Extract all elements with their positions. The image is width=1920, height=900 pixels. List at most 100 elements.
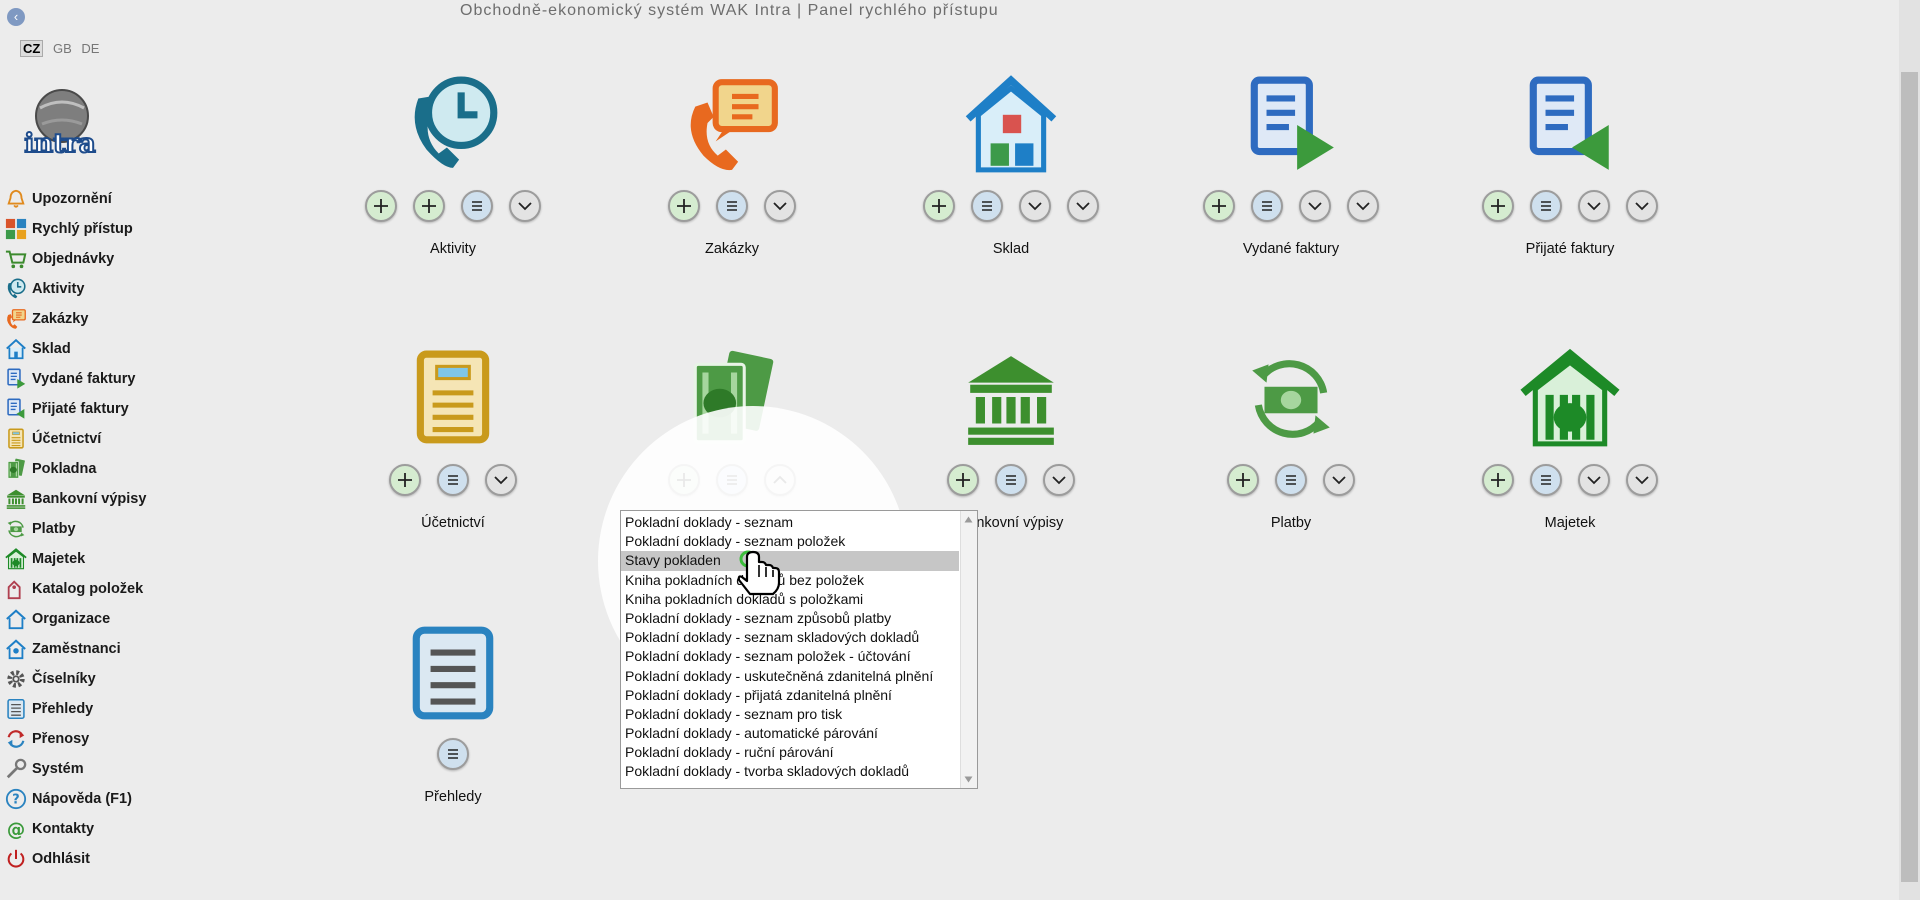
tile-label[interactable]: Účetnictví (313, 515, 593, 531)
sidebar-item[interactable]: Katalog položek (0, 574, 180, 604)
sidebar-item[interactable]: Platby (0, 514, 180, 544)
sidebar-item[interactable]: Organizace (0, 604, 180, 634)
sidebar-item-label: Vydané faktury (32, 371, 136, 387)
add-button[interactable] (1482, 190, 1514, 222)
list-button[interactable] (437, 738, 469, 770)
dropdown-option[interactable]: Pokladní doklady - uskutečněná zdaniteln… (621, 667, 959, 686)
add-button[interactable] (1482, 464, 1514, 496)
sidebar-item[interactable]: Přenosy (0, 724, 180, 754)
expand-button[interactable] (1067, 190, 1099, 222)
tile-label[interactable]: Sklad (871, 241, 1151, 257)
tile-label[interactable]: Přehledy (313, 789, 593, 805)
add-button[interactable] (1203, 190, 1235, 222)
phone-chat-icon[interactable] (592, 58, 872, 176)
sidebar-item[interactable]: Pokladna (0, 454, 180, 484)
dropdown-option[interactable]: Pokladní doklady - seznam způsobů platby (621, 609, 959, 628)
sidebar-item[interactable]: Zaměstnanci (0, 634, 180, 664)
sidebar-item[interactable]: ? Nápověda (F1) (0, 784, 180, 814)
list-button[interactable] (1275, 464, 1307, 496)
dropdown-scrollbar[interactable] (960, 511, 977, 788)
sidebar-item[interactable]: Rychlý přístup (0, 214, 180, 244)
add-button[interactable] (365, 190, 397, 222)
sidebar-item[interactable]: Přehledy (0, 694, 180, 724)
tile-label[interactable]: Přijaté faktury (1430, 241, 1710, 257)
add-button[interactable] (389, 464, 421, 496)
expand-button[interactable] (1323, 464, 1355, 496)
expand-button[interactable] (1578, 464, 1610, 496)
tile-label[interactable]: Zakázky (592, 241, 872, 257)
tile-label[interactable]: Aktivity (313, 241, 593, 257)
tile-label[interactable]: Vydané faktury (1151, 241, 1431, 257)
expand-button[interactable] (1347, 190, 1379, 222)
invoice-in-icon[interactable] (1430, 58, 1710, 176)
add-button[interactable] (668, 190, 700, 222)
sidebar-item[interactable]: Přijaté faktury (0, 394, 180, 424)
list-doc-icon[interactable] (313, 606, 593, 724)
expand-button[interactable] (1019, 190, 1051, 222)
invoice-out-icon[interactable] (1151, 58, 1431, 176)
expand-button[interactable] (485, 464, 517, 496)
phone-clock-icon[interactable] (313, 58, 593, 176)
property-icon[interactable] (1430, 332, 1710, 450)
sidebar-item-label: Kontakty (32, 821, 95, 837)
intra-logo[interactable]: intra (18, 86, 102, 160)
list-button[interactable] (1530, 464, 1562, 496)
add-button[interactable] (1227, 464, 1259, 496)
expand-button[interactable] (764, 190, 796, 222)
payment-cycle-icon[interactable] (1151, 332, 1431, 450)
dropdown-option[interactable]: Pokladní doklady - tvorba skladových dok… (621, 762, 959, 781)
sidebar-item-label: Majetek (32, 551, 86, 567)
add-button[interactable] (923, 190, 955, 222)
sidebar-item[interactable]: Bankovní výpisy (0, 484, 180, 514)
list-button[interactable] (716, 190, 748, 222)
sidebar-item[interactable]: Upozornění (0, 184, 180, 214)
back-button[interactable]: ‹ (7, 8, 25, 26)
sidebar-item[interactable]: Číselníky (0, 664, 180, 694)
expand-button[interactable] (509, 190, 541, 222)
dropdown-option[interactable]: Pokladní doklady - seznam položek - účto… (621, 647, 959, 666)
lang-cz[interactable]: CZ (20, 40, 44, 57)
sidebar-item[interactable]: Zakázky (0, 304, 180, 334)
dropdown-option[interactable]: Pokladní doklady - seznam pro tisk (621, 705, 959, 724)
bank-icon[interactable] (871, 332, 1151, 450)
sidebar-item[interactable]: @ Kontakty (0, 814, 180, 844)
expand-button[interactable] (1626, 464, 1658, 496)
sidebar-item[interactable]: Aktivity (0, 274, 180, 304)
list-button[interactable] (437, 464, 469, 496)
expand-button[interactable] (1626, 190, 1658, 222)
sidebar-item[interactable]: Sklad (0, 334, 180, 364)
sidebar-item[interactable]: Objednávky (0, 244, 180, 274)
dropdown-option[interactable]: Pokladní doklady - seznam (621, 513, 959, 532)
dropdown-option[interactable]: Pokladní doklady - seznam skladových dok… (621, 628, 959, 647)
sidebar-item[interactable]: Systém (0, 754, 180, 784)
list-button[interactable] (1530, 190, 1562, 222)
expand-button[interactable] (1578, 190, 1610, 222)
dropdown-option[interactable]: Pokladní doklady - automatické párování (621, 724, 959, 743)
ledger-icon[interactable] (313, 332, 593, 450)
pokladna-menu-dropdown[interactable]: Pokladní doklady - seznam Pokladní doklad… (620, 510, 978, 789)
tile: Vydané faktury (1151, 58, 1431, 257)
sidebar-item[interactable]: Odhlásit (0, 844, 180, 874)
list-button[interactable] (461, 190, 493, 222)
lang-gb[interactable]: GB (53, 41, 72, 56)
tile-label[interactable]: Majetek (1430, 515, 1710, 531)
page-scrollbar-thumb[interactable] (1901, 72, 1918, 882)
add-button[interactable] (947, 464, 979, 496)
tile-actions (1430, 464, 1710, 504)
tag-icon (4, 577, 28, 601)
list-button[interactable] (995, 464, 1027, 496)
sidebar-item[interactable]: Vydané faktury (0, 364, 180, 394)
tile-label[interactable]: Platby (1151, 515, 1431, 531)
list-button[interactable] (971, 190, 1003, 222)
list-button[interactable] (1251, 190, 1283, 222)
sidebar-item[interactable]: Účetnictví (0, 424, 180, 454)
lang-de[interactable]: DE (81, 41, 99, 56)
add-button[interactable] (413, 190, 445, 222)
dropdown-option[interactable]: Pokladní doklady - ruční párování (621, 743, 959, 762)
warehouse-icon[interactable] (871, 58, 1151, 176)
expand-button[interactable] (1299, 190, 1331, 222)
dropdown-option[interactable]: Pokladní doklady - přijatá zdanitelná pl… (621, 686, 959, 705)
expand-button[interactable] (1043, 464, 1075, 496)
sidebar-item[interactable]: Majetek (0, 544, 180, 574)
sidebar-item-label: Číselníky (32, 671, 96, 687)
